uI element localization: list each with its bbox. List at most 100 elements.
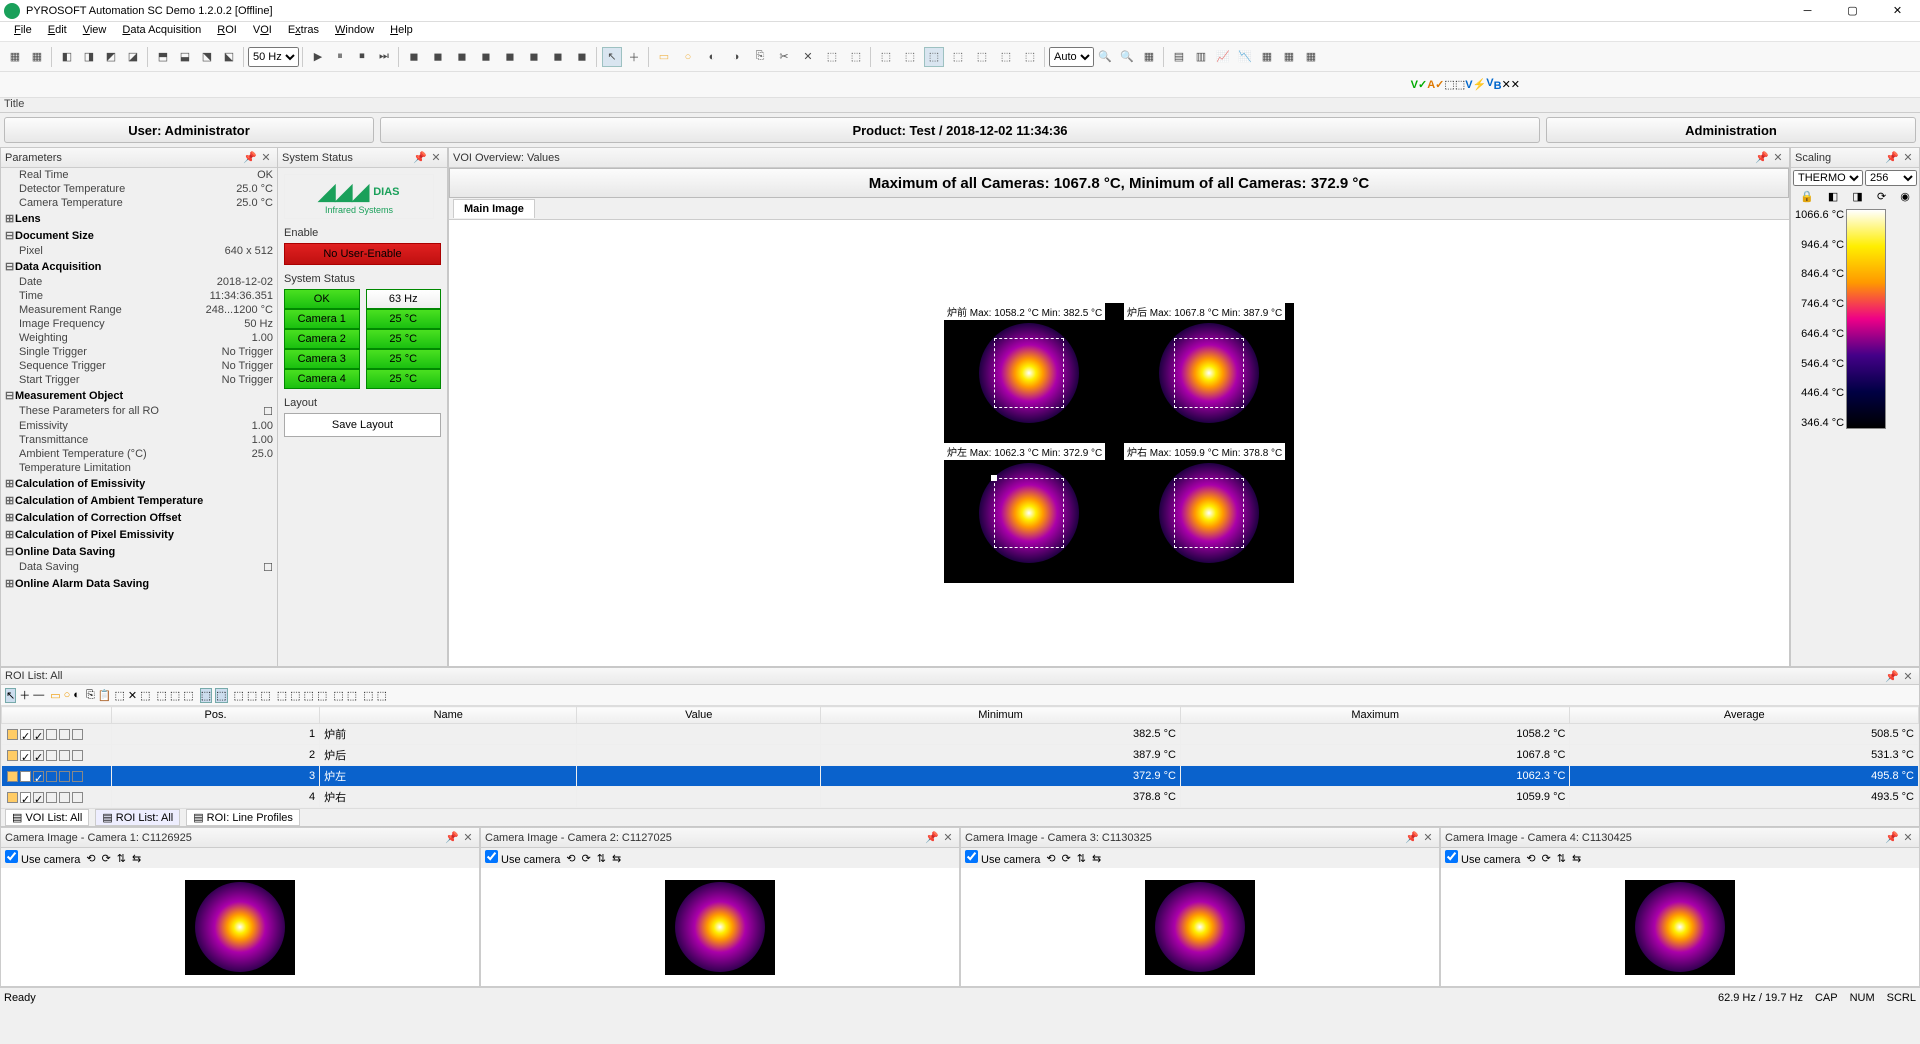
tb-icon[interactable]: ⬚: [924, 47, 944, 67]
pin-icon[interactable]: 📌: [413, 151, 427, 165]
tb-icon[interactable]: ◼: [548, 47, 568, 67]
param-row[interactable]: Date2018-12-02: [1, 275, 277, 289]
zoom-in-icon[interactable]: 🔍: [1117, 47, 1137, 67]
camera-image[interactable]: [1145, 880, 1255, 975]
roi-tab[interactable]: ▤ ROI: Line Profiles: [186, 809, 300, 826]
thermal-cell[interactable]: 炉右 Max: 1059.9 °C Min: 378.8 °C: [1124, 443, 1294, 573]
tb-icon[interactable]: ⟳: [1877, 190, 1886, 203]
cam-icon[interactable]: ⇅: [1557, 852, 1566, 865]
tb-icon[interactable]: ▦: [27, 47, 47, 67]
circle-icon[interactable]: ○: [64, 689, 71, 701]
tb-icon[interactable]: ⬚: [846, 47, 866, 67]
tb-icon[interactable]: —: [33, 689, 44, 701]
tb-icon[interactable]: ▦: [5, 47, 25, 67]
tb-icon[interactable]: ⬚: [290, 689, 300, 702]
tb-icon[interactable]: ◼: [452, 47, 472, 67]
auto-select[interactable]: Auto: [1049, 47, 1094, 67]
roi-row[interactable]: ✓✓ 1炉前382.5 °C1058.2 °C508.5 °C: [2, 724, 1919, 745]
tb-icon[interactable]: ⬚: [234, 689, 244, 702]
tab-main-image[interactable]: Main Image: [453, 199, 535, 218]
roi-col[interactable]: Average: [1570, 707, 1919, 724]
tb-icon[interactable]: ◼: [476, 47, 496, 67]
copy-icon[interactable]: ⎘: [86, 689, 95, 702]
tb-icon[interactable]: ⬚: [247, 689, 257, 702]
use-camera-checkbox[interactable]: Use camera: [485, 850, 560, 866]
thermal-area[interactable]: 炉前 Max: 1058.2 °C Min: 382.5 °C 炉后 Max: …: [449, 220, 1789, 666]
roi-col[interactable]: Minimum: [821, 707, 1181, 724]
pin-icon[interactable]: 📌: [445, 831, 459, 845]
tb-icon[interactable]: ◼: [524, 47, 544, 67]
tb-icon[interactable]: ◩: [101, 47, 121, 67]
tb-icon[interactable]: ⬚: [333, 689, 343, 702]
roi-box[interactable]: [994, 478, 1064, 548]
tb-icon[interactable]: ⬚: [1444, 78, 1454, 91]
admin-header[interactable]: Administration: [1546, 117, 1916, 143]
param-row[interactable]: Image Frequency50 Hz: [1, 317, 277, 331]
tb-icon[interactable]: ◼: [428, 47, 448, 67]
v2-icon[interactable]: V⚡: [1465, 78, 1486, 91]
tb-icon[interactable]: ◉: [1900, 190, 1910, 203]
tb-icon[interactable]: ◧: [57, 47, 77, 67]
freq-select[interactable]: 50 Hz: [248, 47, 299, 67]
tb-icon[interactable]: ⬚: [170, 689, 180, 702]
use-camera-checkbox[interactable]: Use camera: [1445, 850, 1520, 866]
param-row[interactable]: Measurement Range248...1200 °C: [1, 303, 277, 317]
param-section[interactable]: ⊟ Measurement Object: [1, 387, 277, 404]
tb-icon[interactable]: ⬚: [140, 689, 150, 702]
roi-col[interactable]: Value: [577, 707, 821, 724]
lock-icon[interactable]: 🔒: [1800, 190, 1814, 203]
a-icon[interactable]: A✓: [1427, 78, 1444, 91]
menu-help[interactable]: Help: [382, 22, 421, 41]
levels-select[interactable]: 256: [1865, 170, 1917, 186]
roi-row[interactable]: ✓✓ 2炉后387.9 °C1067.8 °C531.3 °C: [2, 745, 1919, 766]
cam-icon[interactable]: ⇅: [117, 852, 126, 865]
cam-icon[interactable]: ⇅: [1077, 852, 1086, 865]
param-row[interactable]: These Parameters for all RO☐: [1, 404, 277, 419]
parameters-tree[interactable]: Real TimeOKDetector Temperature25.0 °CCa…: [1, 168, 277, 666]
param-row[interactable]: Temperature Limitation: [1, 461, 277, 475]
add-icon[interactable]: ＋: [624, 47, 644, 67]
pin-icon[interactable]: 📌: [1405, 831, 1419, 845]
tb-icon[interactable]: ◪: [123, 47, 143, 67]
cam-icon[interactable]: ⇅: [597, 852, 606, 865]
close-icon[interactable]: ✕: [1901, 151, 1915, 165]
tb-icon[interactable]: ◼: [572, 47, 592, 67]
pin-icon[interactable]: 📌: [1885, 151, 1899, 165]
tb-icon[interactable]: ◼: [404, 47, 424, 67]
camera-image[interactable]: [665, 880, 775, 975]
tb-icon[interactable]: ⬒: [153, 47, 173, 67]
roi-tab[interactable]: ▤ VOI List: All: [5, 809, 89, 826]
copy-icon[interactable]: ⎘: [750, 47, 770, 67]
pin-icon[interactable]: 📌: [1755, 151, 1769, 165]
tb-icon[interactable]: ⬚: [260, 689, 270, 702]
pin-icon[interactable]: 📌: [1885, 669, 1899, 683]
tb-icon[interactable]: ⬚: [972, 47, 992, 67]
close-icon[interactable]: ✕: [1901, 831, 1915, 845]
tb-icon[interactable]: ⬚: [347, 689, 357, 702]
tb-icon[interactable]: ◐: [73, 689, 80, 701]
param-section[interactable]: ⊟ Online Data Saving: [1, 543, 277, 560]
cut-icon[interactable]: ✂: [774, 47, 794, 67]
add-icon[interactable]: ＋: [19, 687, 30, 703]
cam-icon[interactable]: ⇆: [132, 852, 141, 865]
vb-icon[interactable]: VB: [1486, 77, 1501, 92]
tb-icon[interactable]: ⏭: [374, 47, 394, 67]
save-layout-button[interactable]: Save Layout: [284, 413, 441, 437]
tb-icon[interactable]: ✕: [1511, 78, 1520, 91]
roi-col[interactable]: Name: [320, 707, 577, 724]
thermal-cell[interactable]: 炉后 Max: 1067.8 °C Min: 387.9 °C: [1124, 303, 1294, 433]
close-button[interactable]: ✕: [1875, 0, 1920, 22]
use-camera-checkbox[interactable]: Use camera: [965, 850, 1040, 866]
tb-icon[interactable]: ⬓: [175, 47, 195, 67]
pointer-icon[interactable]: ↖: [5, 688, 16, 703]
param-section[interactable]: ⊞ Calculation of Ambient Temperature: [1, 492, 277, 509]
pin-icon[interactable]: 📌: [1885, 831, 1899, 845]
tb-icon[interactable]: ⬚: [183, 689, 193, 702]
chart-icon[interactable]: 📈: [1213, 47, 1233, 67]
roi-box[interactable]: [994, 338, 1064, 408]
tb-icon[interactable]: ⬚: [876, 47, 896, 67]
tb-icon[interactable]: ◨: [1852, 190, 1862, 203]
roi-box[interactable]: [1174, 478, 1244, 548]
tb-icon[interactable]: ▦: [1139, 47, 1159, 67]
pin-icon[interactable]: 📌: [925, 831, 939, 845]
